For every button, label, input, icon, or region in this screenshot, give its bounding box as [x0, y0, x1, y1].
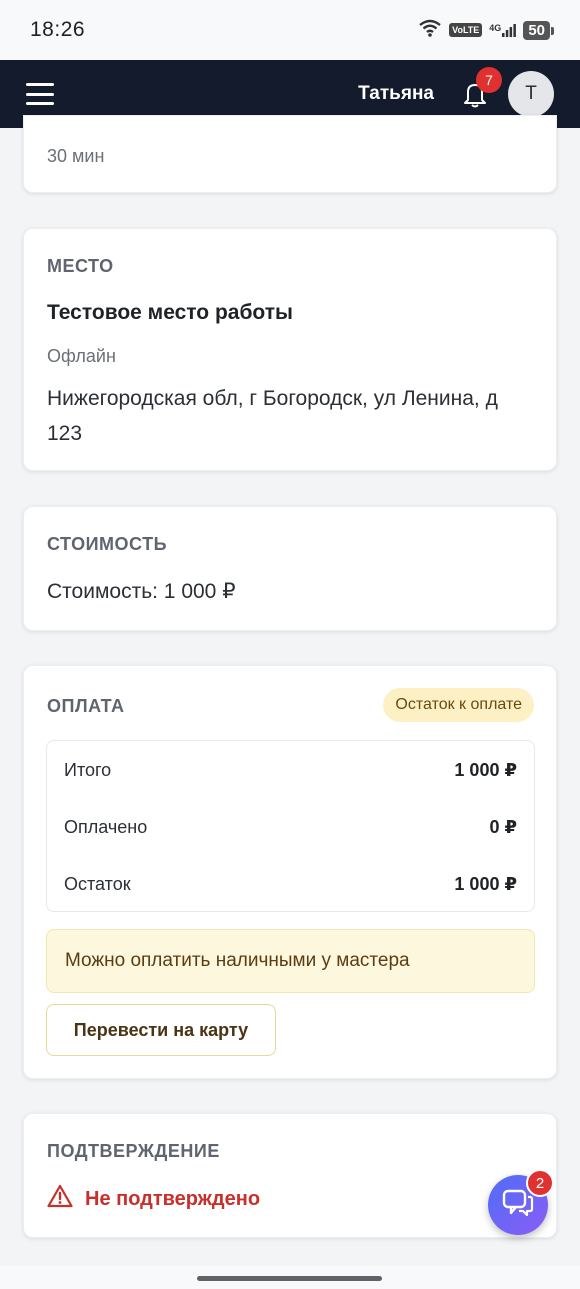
payment-row-remaining: Остаток 1 000 ₽: [64, 872, 517, 896]
duration-card: 30 мин: [23, 115, 557, 193]
payment-row-total: Итого 1 000 ₽: [64, 758, 517, 782]
payment-row-label: Остаток: [64, 873, 131, 894]
signal-icon: 4G: [489, 23, 517, 37]
battery-icon: 50: [523, 20, 554, 40]
network-type: 4G: [489, 23, 502, 33]
payment-status-badge: Остаток к оплате: [383, 688, 534, 722]
notifications-badge: 7: [476, 67, 502, 93]
confirmation-status-text: Не подтверждено: [85, 1187, 261, 1210]
cost-value: Стоимость: 1 000 ₽: [47, 580, 236, 603]
payment-row-paid: Оплачено 0 ₽: [64, 815, 517, 839]
status-icons: VoLTE 4G 50: [418, 19, 554, 42]
duration-value: 30 мин: [47, 146, 105, 166]
warning-icon: [47, 1184, 73, 1214]
chat-button[interactable]: 2: [488, 1169, 554, 1235]
avatar[interactable]: Т: [508, 71, 554, 117]
confirmation-card: ПОДТВЕРЖДЕНИЕ Не подтверждено: [23, 1113, 557, 1238]
payment-section-title: ОПЛАТА: [47, 696, 125, 716]
wifi-icon: [418, 19, 442, 42]
place-name: Тестовое место работы: [47, 301, 293, 324]
payment-row-value: 1 000 ₽: [454, 873, 517, 894]
cost-section-title: СТОИМОСТЬ: [47, 534, 168, 554]
payment-row-label: Итого: [64, 759, 112, 780]
place-card: МЕСТО Тестовое место работы Офлайн Нижег…: [23, 228, 557, 471]
cost-card: СТОИМОСТЬ Стоимость: 1 000 ₽: [23, 506, 557, 631]
notifications-button[interactable]: 7: [460, 67, 502, 109]
bell-icon: [460, 84, 490, 113]
payment-row-value: 1 000 ₽: [454, 759, 517, 780]
place-address: Нижегородская обл, г Богородск, ул Ленин…: [47, 387, 498, 445]
place-section-title: МЕСТО: [47, 256, 114, 276]
confirmation-section-title: ПОДТВЕРЖДЕНИЕ: [47, 1141, 220, 1161]
system-navigation-bar: [0, 1266, 580, 1289]
payment-row-label: Оплачено: [64, 816, 148, 837]
payment-row-value: 0 ₽: [489, 816, 517, 837]
user-name: Татьяна: [358, 83, 434, 104]
confirmation-status: Не подтверждено: [47, 1184, 260, 1214]
payment-summary-table: Итого 1 000 ₽ Оплачено 0 ₽ Остаток 1 000…: [46, 740, 535, 912]
status-time: 18:26: [30, 18, 86, 41]
place-format: Офлайн: [47, 346, 116, 366]
payment-card: ОПЛАТА Остаток к оплате Итого 1 000 ₽ Оп…: [23, 665, 557, 1079]
status-bar: 18:26 VoLTE 4G 50: [0, 0, 580, 60]
home-indicator[interactable]: [197, 1276, 382, 1281]
transfer-to-card-button[interactable]: Перевести на карту: [46, 1004, 276, 1056]
hamburger-menu-icon[interactable]: [26, 83, 54, 105]
chat-unread-badge: 2: [526, 1169, 554, 1197]
navbar-right: Татьяна 7 Т: [358, 67, 554, 117]
volte-icon: VoLTE: [449, 23, 483, 37]
cash-payment-note: Можно оплатить наличными у мастера: [46, 929, 535, 993]
